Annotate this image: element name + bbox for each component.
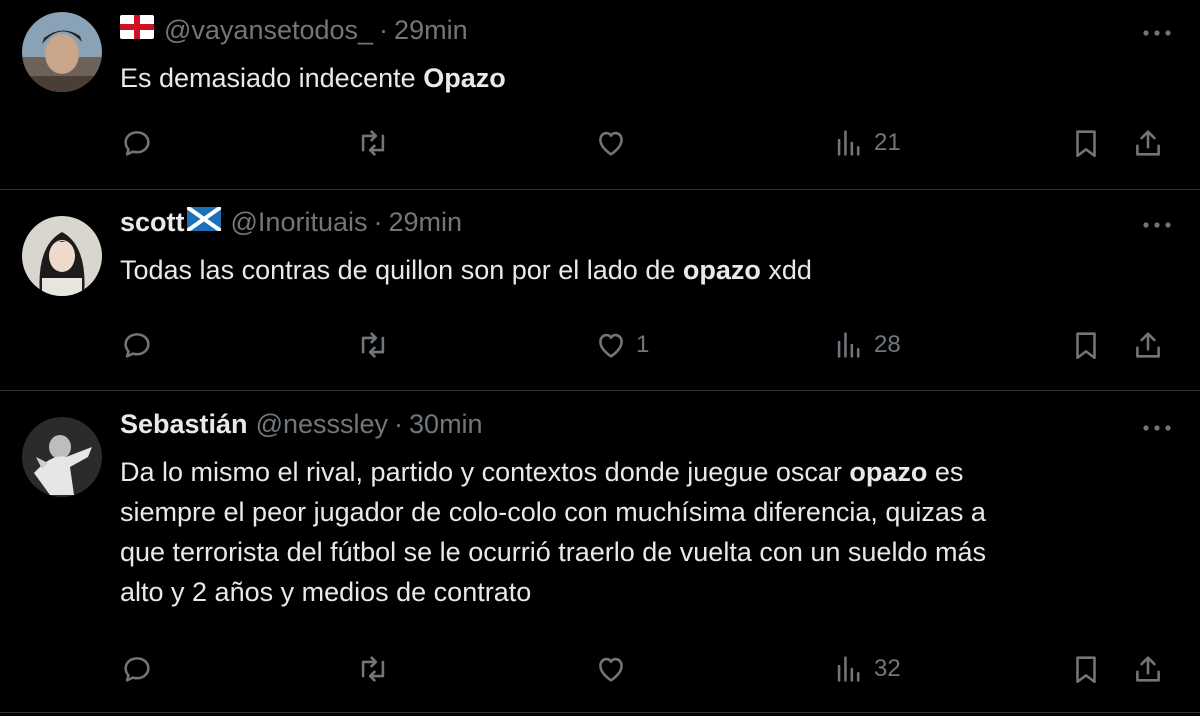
bookmark-button[interactable] [1069, 649, 1103, 689]
england-flag-icon [120, 15, 154, 46]
views-icon [837, 332, 860, 358]
retweet-button[interactable] [356, 123, 398, 163]
retweet-icon [361, 332, 385, 358]
tweet[interactable]: scott @Inorituais · 29min Todas las cont… [0, 190, 1200, 391]
tweet-text-line: que terrorista del fútbol se le ocurrió … [120, 537, 986, 567]
timestamp[interactable]: 30min [409, 409, 483, 440]
views-button[interactable]: 32 [832, 649, 901, 689]
share-button[interactable] [1131, 649, 1165, 689]
tweet-text-line: Da lo mismo el rival, partido y contexto… [120, 457, 964, 487]
more-icon[interactable] [1142, 210, 1172, 240]
tweet-actions: 32 [0, 649, 1200, 689]
display-name[interactable]: Sebastián [120, 409, 248, 440]
highlighted-word: opazo [849, 457, 928, 487]
retweet-icon [361, 130, 385, 156]
tweet-actions: 21 [0, 123, 1200, 163]
timestamp[interactable]: 29min [388, 207, 462, 238]
tweet-text: Es demasiado indecente Opazo [120, 63, 506, 93]
display-name[interactable]: scott [120, 207, 185, 238]
tweet[interactable]: @vayansetodos_ · 29min Es demasiado inde… [0, 0, 1200, 190]
share-button[interactable] [1131, 325, 1165, 365]
bookmark-icon [1076, 332, 1096, 360]
separator-dot: · [373, 207, 383, 237]
views-icon [837, 130, 860, 156]
share-icon [1136, 656, 1160, 682]
share-button[interactable] [1131, 123, 1165, 163]
tweet-actions: 1 28 [0, 325, 1200, 365]
retweet-button[interactable] [356, 649, 398, 689]
tweet-feed: @vayansetodos_ · 29min Es demasiado inde… [0, 0, 1200, 716]
reply-icon [124, 657, 150, 682]
retweet-button[interactable] [356, 325, 398, 365]
like-button[interactable] [594, 123, 636, 163]
bookmark-button[interactable] [1069, 123, 1103, 163]
heart-icon [599, 131, 623, 156]
separator-dot: · [379, 15, 389, 45]
more-icon[interactable] [1142, 18, 1172, 48]
bookmark-icon [1076, 656, 1096, 684]
reply-icon [124, 131, 150, 156]
tweet-header: @vayansetodos_ · 29min [120, 15, 468, 46]
tweet[interactable]: Sebastián @nesssley · 30min Da lo mismo … [0, 391, 1200, 713]
heart-icon [599, 333, 623, 358]
reply-icon [124, 333, 150, 358]
like-button[interactable] [594, 649, 636, 689]
tweet-text-line: siempre el peor jugador de colo-colo con… [120, 497, 986, 527]
tweet-text: Todas las contras de quillon son por el … [120, 255, 812, 285]
user-handle[interactable]: @vayansetodos_ [164, 15, 373, 46]
reply-button[interactable] [120, 325, 162, 365]
share-icon [1136, 130, 1160, 156]
reply-button[interactable] [120, 649, 162, 689]
tweet-header: scott @Inorituais · 29min [120, 205, 462, 238]
views-button[interactable]: 28 [832, 325, 901, 365]
views-icon [837, 656, 860, 682]
view-count: 28 [874, 331, 901, 358]
tweet-text: Da lo mismo el rival, partido y contexto… [120, 452, 1160, 612]
highlighted-word: Opazo [423, 63, 506, 93]
reply-button[interactable] [120, 123, 162, 163]
bookmark-icon [1076, 130, 1096, 158]
heart-icon [599, 657, 623, 682]
like-count: 1 [636, 331, 650, 358]
views-button[interactable]: 21 [832, 123, 901, 163]
tweet-text-line: alto y 2 años y medios de contrato [120, 577, 532, 607]
avatar[interactable] [22, 216, 102, 296]
more-icon[interactable] [1142, 413, 1172, 443]
separator-dot: · [394, 409, 404, 439]
share-icon [1136, 332, 1160, 358]
user-handle[interactable]: @nesssley [256, 409, 388, 440]
highlighted-word: opazo [682, 255, 761, 285]
view-count: 32 [874, 655, 901, 682]
tweet-header: Sebastián @nesssley · 30min [120, 409, 483, 440]
retweet-icon [361, 656, 385, 682]
bookmark-button[interactable] [1069, 325, 1103, 365]
avatar[interactable] [22, 417, 102, 497]
timestamp[interactable]: 29min [394, 15, 468, 46]
scotland-flag-icon [185, 205, 222, 238]
user-handle[interactable]: @Inorituais [231, 207, 368, 238]
like-button[interactable]: 1 [594, 325, 649, 365]
avatar[interactable] [22, 12, 102, 92]
